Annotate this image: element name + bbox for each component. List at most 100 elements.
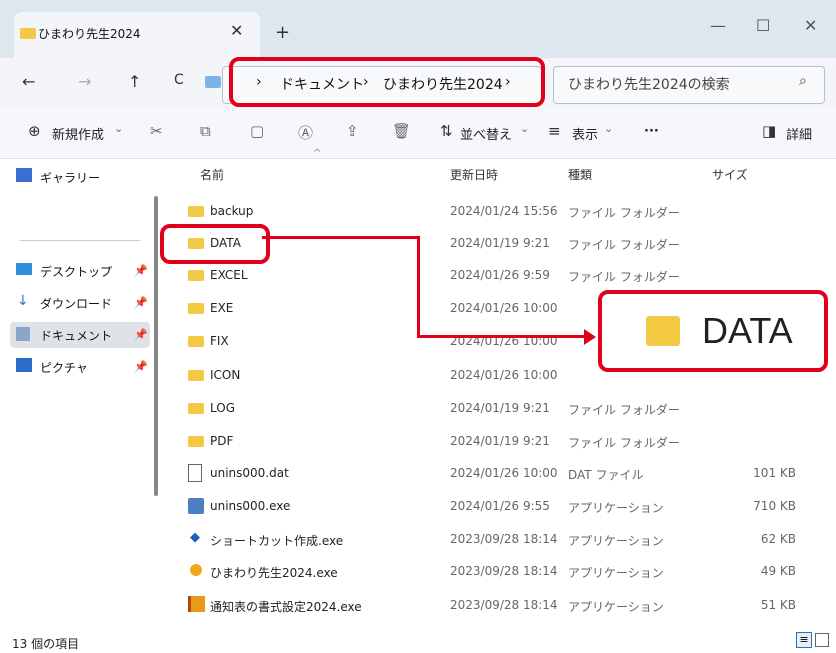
- column-header-size[interactable]: サイズ: [712, 166, 748, 183]
- file-date: 2024/01/26 10:00: [450, 466, 558, 480]
- folder-icon: [188, 206, 204, 217]
- details-pane-icon: ◨: [762, 122, 777, 140]
- documents-icon: [16, 327, 30, 341]
- file-date: 2024/01/24 15:56: [450, 204, 558, 218]
- table-row[interactable]: PDF 2024/01/19 9:21 ファイル フォルダー: [182, 426, 822, 458]
- plus-circle-icon: ⊕: [28, 122, 41, 140]
- column-header-name[interactable]: 名前: [200, 166, 224, 183]
- details-button[interactable]: 詳細: [786, 124, 812, 143]
- tiles-view-icon[interactable]: [815, 633, 829, 647]
- file-type: ファイル フォルダー: [568, 270, 680, 284]
- search-input[interactable]: ひまわり先生2024の検索: [568, 74, 730, 94]
- sidebar-item-documents[interactable]: ドキュメント 📌: [10, 322, 150, 348]
- view-icon: ≡: [548, 122, 561, 140]
- paste-icon[interactable]: ▢: [250, 122, 264, 140]
- search-icon[interactable]: ⌕: [799, 73, 807, 89]
- report-card-icon: [188, 596, 205, 612]
- sidebar-scrollbar[interactable]: [154, 196, 158, 496]
- share-icon[interactable]: ⇪: [346, 122, 359, 140]
- pin-icon: 📌: [134, 328, 148, 341]
- file-icon: [188, 464, 202, 482]
- table-row[interactable]: LOG 2024/01/19 9:21 ファイル フォルダー: [182, 393, 822, 425]
- folder-icon: [188, 270, 204, 281]
- file-type: ファイル フォルダー: [568, 206, 680, 220]
- installer-icon: [188, 498, 204, 514]
- folder-icon: [188, 336, 204, 347]
- column-header-date[interactable]: 更新日時: [450, 166, 498, 183]
- copy-icon[interactable]: ⧉: [200, 122, 211, 140]
- up-button[interactable]: ↑: [128, 72, 141, 91]
- sidebar-item-downloads[interactable]: ↓ ダウンロード 📌: [10, 290, 150, 316]
- tab-title: ひまわり先生2024: [38, 27, 141, 41]
- file-date: 2023/09/28 18:14: [450, 598, 558, 612]
- sort-chevron-icon: ^: [313, 148, 322, 159]
- sort-icon: ⇅: [440, 122, 453, 140]
- sidebar-item-pictures[interactable]: ピクチャ 📌: [10, 354, 150, 380]
- sidebar-item-gallery[interactable]: ギャラリー: [10, 164, 150, 190]
- callout-label: DATA: [702, 310, 793, 351]
- sort-button[interactable]: 並べ替え: [460, 124, 512, 143]
- table-row[interactable]: backup 2024/01/24 15:56 ファイル フォルダー: [182, 196, 822, 228]
- data-row-highlight: [160, 224, 270, 264]
- file-size: 710 KB: [753, 499, 796, 513]
- sidebar-item-desktop[interactable]: デスクトップ 📌: [10, 258, 150, 284]
- download-icon: ↓: [17, 293, 29, 309]
- column-header-type[interactable]: 種類: [568, 166, 592, 183]
- file-name: 通知表の書式設定2024.exe: [210, 600, 362, 614]
- file-date: 2024/01/19 9:21: [450, 434, 550, 448]
- sidebar-item-label: ピクチャ: [40, 361, 88, 375]
- folder-icon: [20, 28, 36, 39]
- close-button[interactable]: ✕: [804, 16, 817, 35]
- table-row[interactable]: 通知表の書式設定2024.exe 2023/09/28 18:14 アプリケーシ…: [182, 590, 822, 622]
- sidebar-divider: [20, 240, 140, 241]
- file-date: 2023/09/28 18:14: [450, 532, 558, 546]
- pin-icon: 📌: [134, 360, 148, 373]
- file-date: 2024/01/26 9:55: [450, 499, 550, 513]
- table-row[interactable]: ◆ ショートカット作成.exe 2023/09/28 18:14 アプリケーショ…: [182, 524, 822, 556]
- sidebar-item-label: ドキュメント: [40, 329, 113, 343]
- file-name: backup: [210, 204, 254, 218]
- file-type: ファイル フォルダー: [568, 238, 680, 252]
- back-button[interactable]: ←: [22, 72, 35, 91]
- gallery-icon: [16, 168, 32, 182]
- new-button[interactable]: 新規作成: [52, 124, 104, 143]
- file-type: アプリケーション: [568, 566, 664, 580]
- file-size: 49 KB: [760, 564, 796, 578]
- file-name: EXCEL: [210, 268, 248, 282]
- rename-icon[interactable]: Ⓐ: [298, 122, 313, 143]
- delete-icon[interactable]: 🗑: [392, 122, 411, 140]
- file-size: 51 KB: [760, 598, 796, 612]
- file-date: 2023/09/28 18:14: [450, 564, 558, 578]
- view-button[interactable]: 表示: [572, 124, 598, 143]
- file-size: 101 KB: [753, 466, 796, 480]
- table-row[interactable]: unins000.exe 2024/01/26 9:55 アプリケーション 71…: [182, 491, 822, 523]
- minimize-button[interactable]: —: [710, 16, 726, 35]
- file-name: ひまわり先生2024.exe: [210, 566, 338, 580]
- file-name: EXE: [210, 301, 234, 315]
- file-name: LOG: [210, 401, 236, 415]
- pictures-icon: [16, 358, 32, 372]
- maximize-button[interactable]: ☐: [756, 16, 770, 35]
- new-tab-button[interactable]: +: [275, 22, 290, 43]
- refresh-button[interactable]: C: [174, 72, 184, 88]
- file-date: 2024/01/26 10:00: [450, 301, 558, 315]
- forward-button[interactable]: →: [78, 72, 91, 91]
- table-row[interactable]: EXCEL 2024/01/26 9:59 ファイル フォルダー: [182, 260, 822, 292]
- file-size: 62 KB: [760, 532, 796, 546]
- table-row[interactable]: ひまわり先生2024.exe 2023/09/28 18:14 アプリケーション…: [182, 556, 822, 588]
- folder-icon: [646, 316, 680, 346]
- pin-icon: 📌: [134, 296, 148, 309]
- zoom-callout-box: DATA: [598, 290, 828, 372]
- table-row[interactable]: DATA 2024/01/19 9:21 ファイル フォルダー: [182, 228, 822, 260]
- file-type: ファイル フォルダー: [568, 403, 680, 417]
- tab-close-button[interactable]: ✕: [230, 21, 243, 40]
- sunflower-icon: [190, 564, 202, 576]
- sidebar-item-label: ギャラリー: [40, 171, 101, 185]
- table-row[interactable]: unins000.dat 2024/01/26 10:00 DAT ファイル 1…: [182, 458, 822, 490]
- sidebar-item-label: ダウンロード: [40, 297, 113, 311]
- more-button[interactable]: ···: [644, 124, 659, 139]
- details-view-icon[interactable]: ≡: [796, 632, 812, 648]
- file-name: unins000.dat: [210, 466, 289, 480]
- shortcut-app-icon: ◆: [190, 530, 200, 545]
- cut-icon[interactable]: ✂: [150, 122, 163, 140]
